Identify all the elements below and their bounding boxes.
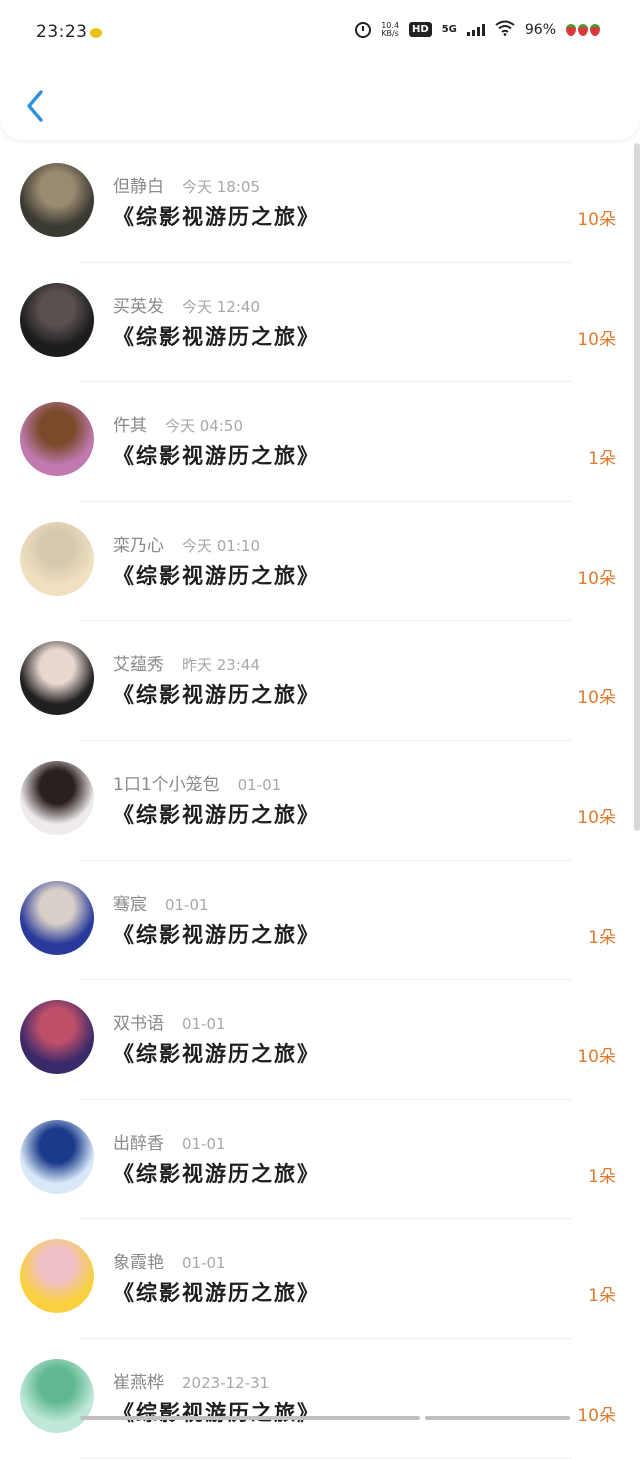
list-item[interactable]: 艾蕴秀 昨天 23:44 《综影视游历之旅》 10朵 [0, 621, 632, 741]
book-title: 《综影视游历之旅》 [113, 324, 320, 349]
gift-time: 今天 01:10 [182, 536, 260, 555]
user-line: 艾蕴秀 昨天 23:44 [113, 650, 260, 675]
hd-badge: HD [409, 22, 432, 37]
battery-icon [566, 23, 600, 36]
gift-time: 01-01 [182, 1134, 226, 1153]
status-bar: 23:23 10.4 KB/s HD 5G 96% [0, 0, 640, 64]
user-name[interactable]: 栾乃心 [113, 536, 164, 556]
flower-count: 1朵 [588, 449, 616, 470]
list-item[interactable]: 骞宸 01-01 《综影视游历之旅》 1朵 [0, 861, 632, 981]
avatar[interactable] [20, 641, 94, 716]
network-speed-unit: KB/s [381, 28, 399, 38]
gift-time: 01-01 [182, 1254, 226, 1273]
back-button[interactable] [22, 86, 52, 126]
book-title: 《综影视游历之旅》 [113, 205, 320, 229]
list-item[interactable]: 栾乃心 今天 01:10 《综影视游历之旅》 10朵 [0, 502, 632, 622]
flower-count: 1朵 [588, 1286, 616, 1307]
gift-time: 01-01 [165, 895, 209, 914]
user-name[interactable]: 双书语 [113, 1014, 164, 1034]
user-line: 但静白 今天 18:05 [113, 172, 260, 197]
book-title: 《综影视游历之旅》 [113, 922, 320, 947]
user-line: 骞宸 01-01 [113, 890, 209, 915]
divider [80, 1457, 572, 1459]
user-line: 崔燕桦 2023-12-31 [113, 1368, 269, 1393]
home-indicator [80, 1416, 420, 1420]
avatar[interactable] [20, 282, 94, 357]
user-line: 出醉香 01-01 [113, 1129, 226, 1154]
user-line: 1口1个小笼包 01-01 [113, 770, 281, 795]
book-title: 《综影视游历之旅》 [113, 1042, 320, 1067]
wifi-icon [495, 20, 515, 39]
avatar[interactable] [20, 521, 94, 596]
user-name[interactable]: 崔燕桦 [113, 1373, 164, 1393]
avatar[interactable] [20, 402, 94, 477]
network-type: 5G [441, 24, 457, 35]
user-name[interactable]: 骞宸 [113, 895, 147, 915]
notification-icon [90, 28, 102, 38]
user-name[interactable]: 艾蕴秀 [113, 655, 164, 675]
user-name[interactable]: 但静白 [113, 177, 164, 197]
gift-time: 01-01 [182, 1015, 226, 1034]
flower-count: 1朵 [588, 1166, 616, 1187]
avatar[interactable] [20, 880, 94, 955]
user-line: 买英发 今天 12:40 [113, 292, 260, 317]
gift-time: 昨天 23:44 [182, 656, 260, 675]
status-time: 23:23 [36, 22, 88, 42]
user-line: 象霞艳 01-01 [113, 1248, 226, 1273]
book-title: 《综影视游历之旅》 [113, 1400, 320, 1425]
list-item[interactable]: 双书语 01-01 《综影视游历之旅》 10朵 [0, 980, 632, 1100]
flower-count: 10朵 [577, 329, 616, 350]
user-name[interactable]: 1口1个小笼包 [113, 775, 220, 795]
user-line: 栾乃心 今天 01:10 [113, 531, 260, 556]
list-item[interactable]: 但静白 今天 18:05 《综影视游历之旅》 10朵 [0, 143, 632, 263]
gift-time: 01-01 [237, 775, 282, 794]
flower-count: 10朵 [577, 807, 616, 828]
book-title: 《综影视游历之旅》 [113, 802, 320, 827]
flower-count: 1朵 [588, 927, 616, 948]
flower-count: 10朵 [577, 1047, 616, 1068]
network-speed: 10.4 KB/s [381, 21, 399, 38]
signal-icon [466, 23, 485, 36]
gift-time: 今天 12:40 [182, 297, 260, 316]
avatar[interactable] [20, 760, 94, 835]
user-line: 双书语 01-01 [113, 1009, 226, 1034]
avatar[interactable] [20, 1000, 94, 1075]
book-title: 《综影视游历之旅》 [113, 444, 320, 469]
alarm-icon [355, 21, 372, 38]
avatar[interactable] [20, 163, 94, 237]
user-name[interactable]: 象霞艳 [113, 1253, 164, 1273]
battery-level: 96% [524, 21, 556, 38]
list-item[interactable]: 象霞艳 01-01 《综影视游历之旅》 1朵 [0, 1219, 632, 1339]
user-name[interactable]: 出醉香 [113, 1134, 164, 1154]
book-title: 《综影视游历之旅》 [113, 1281, 320, 1306]
flower-count: 10朵 [577, 568, 616, 589]
gift-time: 2023-12-31 [182, 1373, 270, 1392]
chevron-left-icon [22, 86, 52, 126]
book-title: 《综影视游历之旅》 [113, 563, 320, 588]
home-indicator-secondary [425, 1416, 570, 1420]
user-name[interactable]: 仵其 [113, 416, 147, 436]
avatar[interactable] [20, 1239, 94, 1314]
flower-count: 10朵 [577, 688, 616, 709]
list-item[interactable]: 仵其 今天 04:50 《综影视游历之旅》 1朵 [0, 382, 632, 502]
book-title: 《综影视游历之旅》 [113, 683, 320, 708]
list-item[interactable]: 崔燕桦 2023-12-31 《综影视游历之旅》 10朵 [0, 1339, 632, 1459]
gift-time: 今天 18:05 [182, 178, 260, 196]
list-item[interactable]: 1口1个小笼包 01-01 《综影视游历之旅》 10朵 [0, 741, 632, 861]
user-name[interactable]: 买英发 [113, 297, 164, 317]
avatar[interactable] [20, 1119, 94, 1194]
gift-list: 但静白 今天 18:05 《综影视游历之旅》 10朵 买英发 今天 12:40 《综影视游历… [0, 143, 632, 1459]
list-item[interactable]: 出醉香 01-01 《综影视游历之旅》 1朵 [0, 1100, 632, 1220]
avatar[interactable] [20, 1358, 94, 1433]
list-item[interactable]: 买英发 今天 12:40 《综影视游历之旅》 10朵 [0, 263, 632, 383]
flower-count: 10朵 [577, 1405, 616, 1426]
scrollbar[interactable] [634, 143, 640, 831]
book-title: 《综影视游历之旅》 [113, 1161, 320, 1186]
flower-count: 10朵 [577, 210, 616, 230]
user-line: 仵其 今天 04:50 [113, 411, 243, 436]
gift-time: 今天 04:50 [165, 417, 243, 436]
